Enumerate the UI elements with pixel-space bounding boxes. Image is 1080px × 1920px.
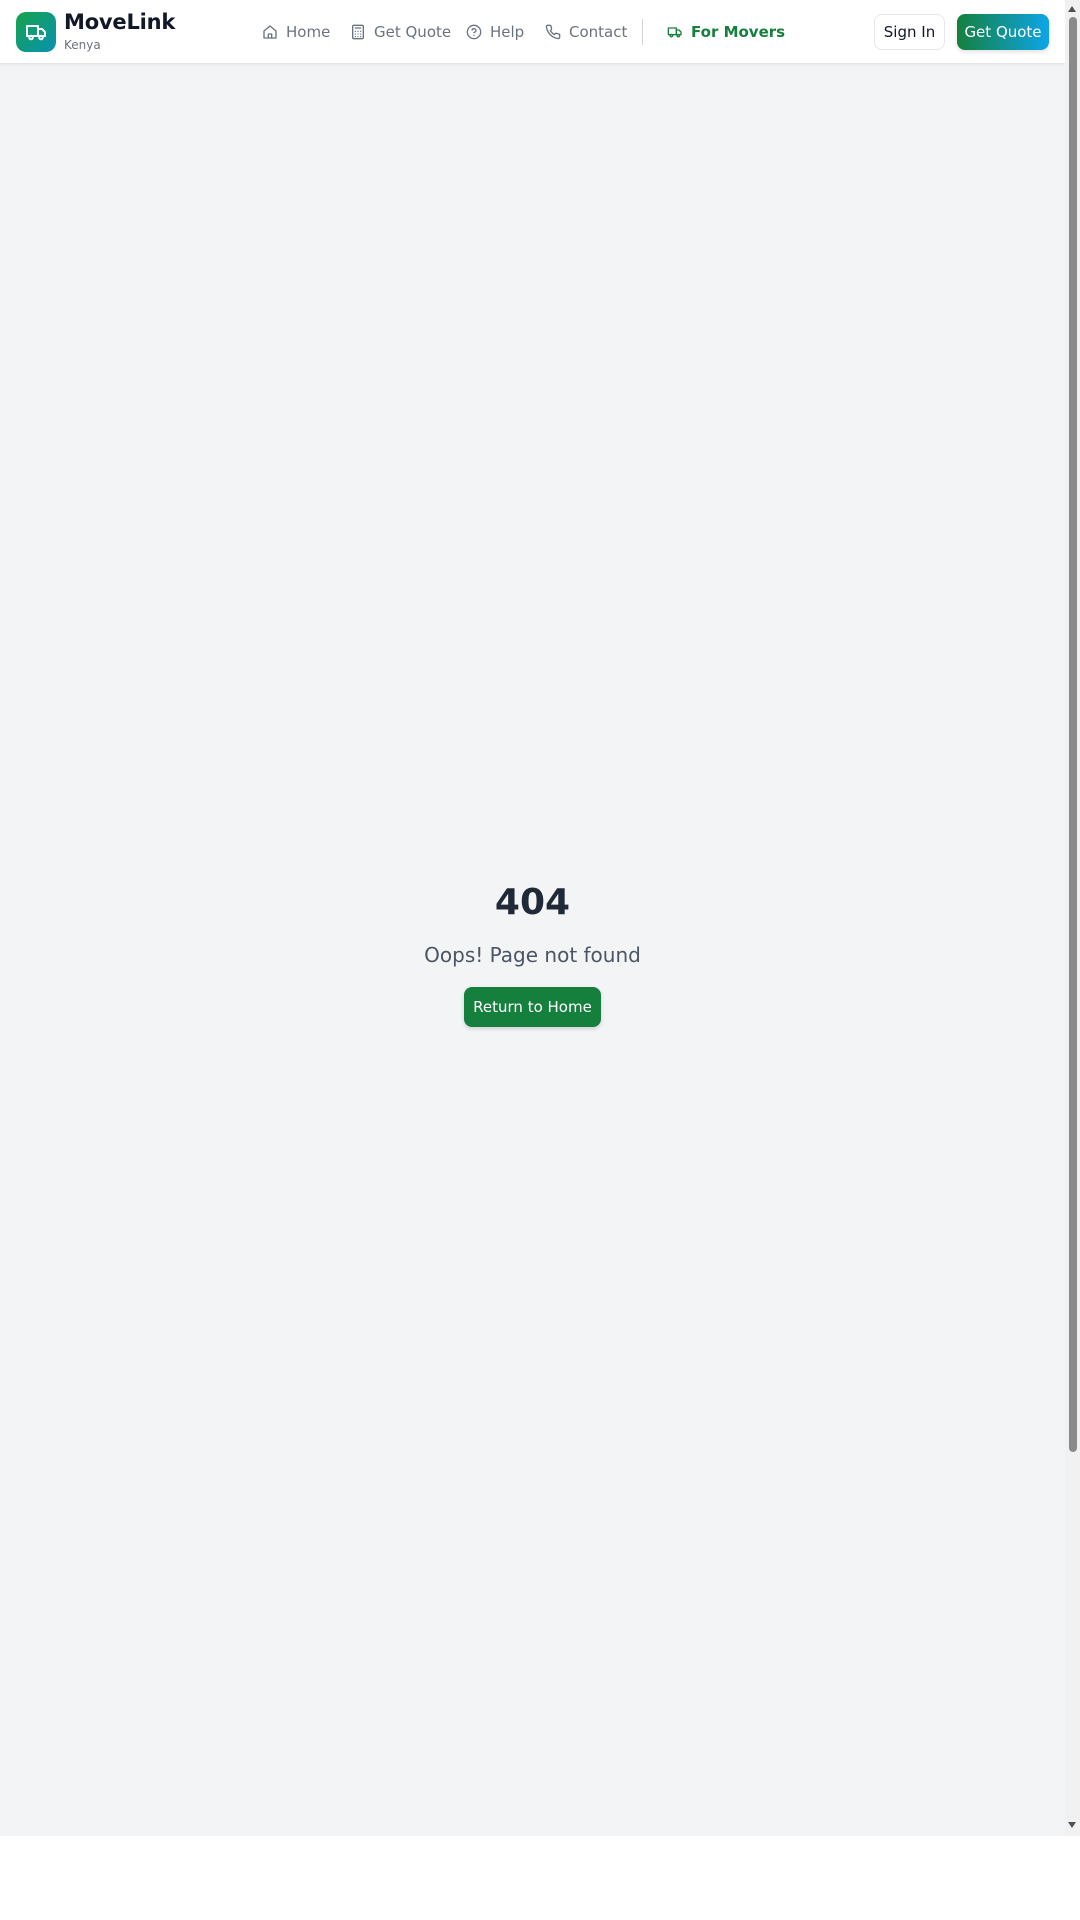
- scroll-up-arrow-icon[interactable]: [1068, 6, 1076, 12]
- nav-contact[interactable]: Contact: [545, 20, 627, 44]
- truck-icon: [667, 27, 682, 38]
- brand-subtitle: Kenya: [64, 38, 101, 52]
- nav-home[interactable]: Home: [262, 20, 330, 44]
- truck-icon: [26, 25, 46, 41]
- nav-home-label: Home: [286, 23, 331, 41]
- nav-get-quote[interactable]: Get Quote: [350, 20, 451, 44]
- nav-contact-label: Contact: [569, 23, 628, 41]
- error-code: 404: [494, 882, 571, 923]
- calculator-icon: [352, 24, 364, 40]
- browser-viewport: MoveLink Kenya Home Get Quote Help Conta…: [0, 0, 1080, 1836]
- nav-get-quote-label: Get Quote: [374, 23, 452, 41]
- nav-help[interactable]: Help: [466, 20, 524, 44]
- help-circle-icon: [466, 24, 482, 40]
- error-message: Oops! Page not found: [424, 943, 641, 967]
- phone-icon: [545, 24, 561, 40]
- nav-for-movers-label: For Movers: [691, 23, 786, 41]
- nav-for-movers[interactable]: For Movers: [667, 20, 785, 44]
- scrollbar-thumb[interactable]: [1069, 17, 1077, 1452]
- logo[interactable]: [16, 12, 56, 52]
- sign-in-button[interactable]: Sign In: [874, 14, 945, 50]
- get-quote-button[interactable]: Get Quote: [957, 14, 1049, 50]
- top-navbar: MoveLink Kenya Home Get Quote Help Conta…: [0, 0, 1065, 64]
- home-icon: [263, 25, 277, 39]
- return-home-button[interactable]: Return to Home: [464, 987, 601, 1027]
- nav-divider: [642, 19, 643, 45]
- page: MoveLink Kenya Home Get Quote Help Conta…: [0, 0, 1065, 1836]
- brand-name[interactable]: MoveLink: [64, 10, 175, 34]
- scroll-down-arrow-icon[interactable]: [1068, 1822, 1076, 1828]
- vertical-scrollbar[interactable]: [1065, 0, 1080, 1836]
- nav-help-label: Help: [490, 23, 525, 41]
